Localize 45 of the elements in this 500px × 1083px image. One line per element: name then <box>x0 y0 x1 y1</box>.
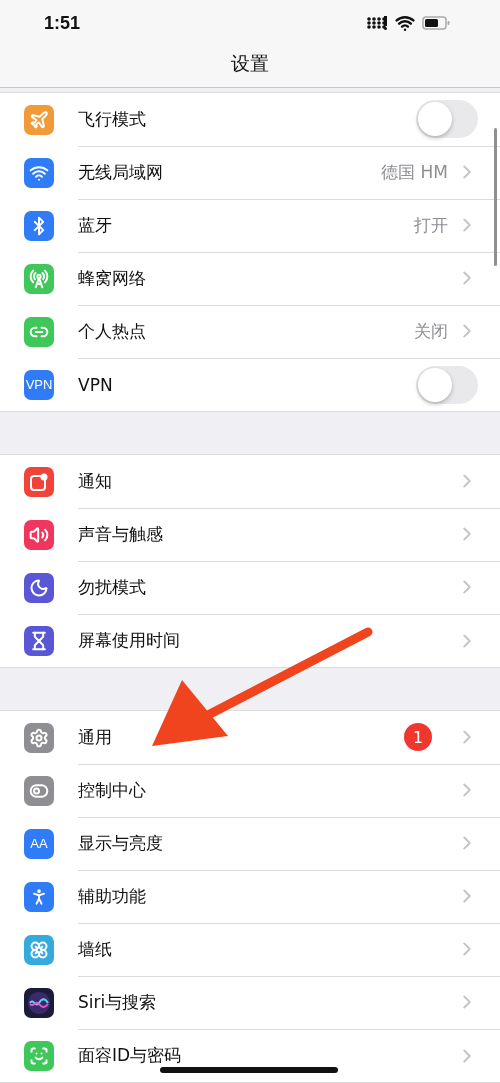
speaker-icon <box>24 519 54 550</box>
face-scan-icon <box>24 1040 54 1071</box>
notification-icon <box>24 466 54 497</box>
setting-label[interactable]: 屏幕使用时间 <box>78 629 456 652</box>
setting-value: 关闭 <box>414 319 448 343</box>
setting-label[interactable]: 显示与亮度 <box>78 831 456 855</box>
accessibility-icon <box>24 881 54 912</box>
setting-label[interactable]: Siri与搜索 <box>78 990 456 1014</box>
setting-label[interactable]: 无线局域网 <box>78 160 382 184</box>
settings-icon <box>24 722 54 753</box>
setting-label[interactable]: 墙纸 <box>78 937 456 961</box>
toggle-switch[interactable] <box>416 365 478 404</box>
bluetooth-icon <box>24 210 54 241</box>
setting-label[interactable]: 个人热点 <box>78 319 414 343</box>
setting-label[interactable]: 飞行模式 <box>78 107 416 131</box>
setting-label[interactable]: 蓝牙 <box>78 213 414 237</box>
battery-icon <box>422 16 450 31</box>
antenna-icon <box>24 263 54 294</box>
setting-label[interactable]: 蜂窝网络 <box>78 266 456 290</box>
wifi-icon <box>24 157 54 188</box>
setting-value: 打开 <box>414 213 448 237</box>
notification-badge: 1 <box>404 723 432 751</box>
orb-icon <box>24 987 54 1018</box>
airplane-icon <box>24 104 54 135</box>
setting-label[interactable]: 勿扰模式 <box>78 575 456 599</box>
setting-label[interactable]: 控制中心 <box>78 778 456 802</box>
hourglass-icon <box>24 625 54 656</box>
setting-label[interactable]: 面容ID与密码 <box>78 1044 456 1067</box>
flower-icon <box>24 934 54 965</box>
moon-icon <box>24 572 54 603</box>
setting-label[interactable]: 辅助功能 <box>78 884 456 908</box>
vpn-icon: VPN <box>24 369 54 400</box>
setting-label[interactable]: VPN <box>78 374 416 395</box>
setting-label[interactable]: 通用 <box>78 725 404 749</box>
wifi-icon <box>395 13 415 34</box>
chain-link-icon <box>24 316 54 347</box>
setting-value: 德国 HM <box>381 160 448 184</box>
status-time: 1:51 <box>44 13 81 34</box>
toggle-switch[interactable] <box>416 100 478 138</box>
page-title: 设置 <box>231 51 269 76</box>
toggles-icon <box>24 775 54 806</box>
text-size-icon: AA <box>24 828 54 859</box>
setting-label[interactable]: 通知 <box>78 469 456 493</box>
signal-icon <box>366 16 388 31</box>
setting-label[interactable]: 声音与触感 <box>78 522 456 546</box>
